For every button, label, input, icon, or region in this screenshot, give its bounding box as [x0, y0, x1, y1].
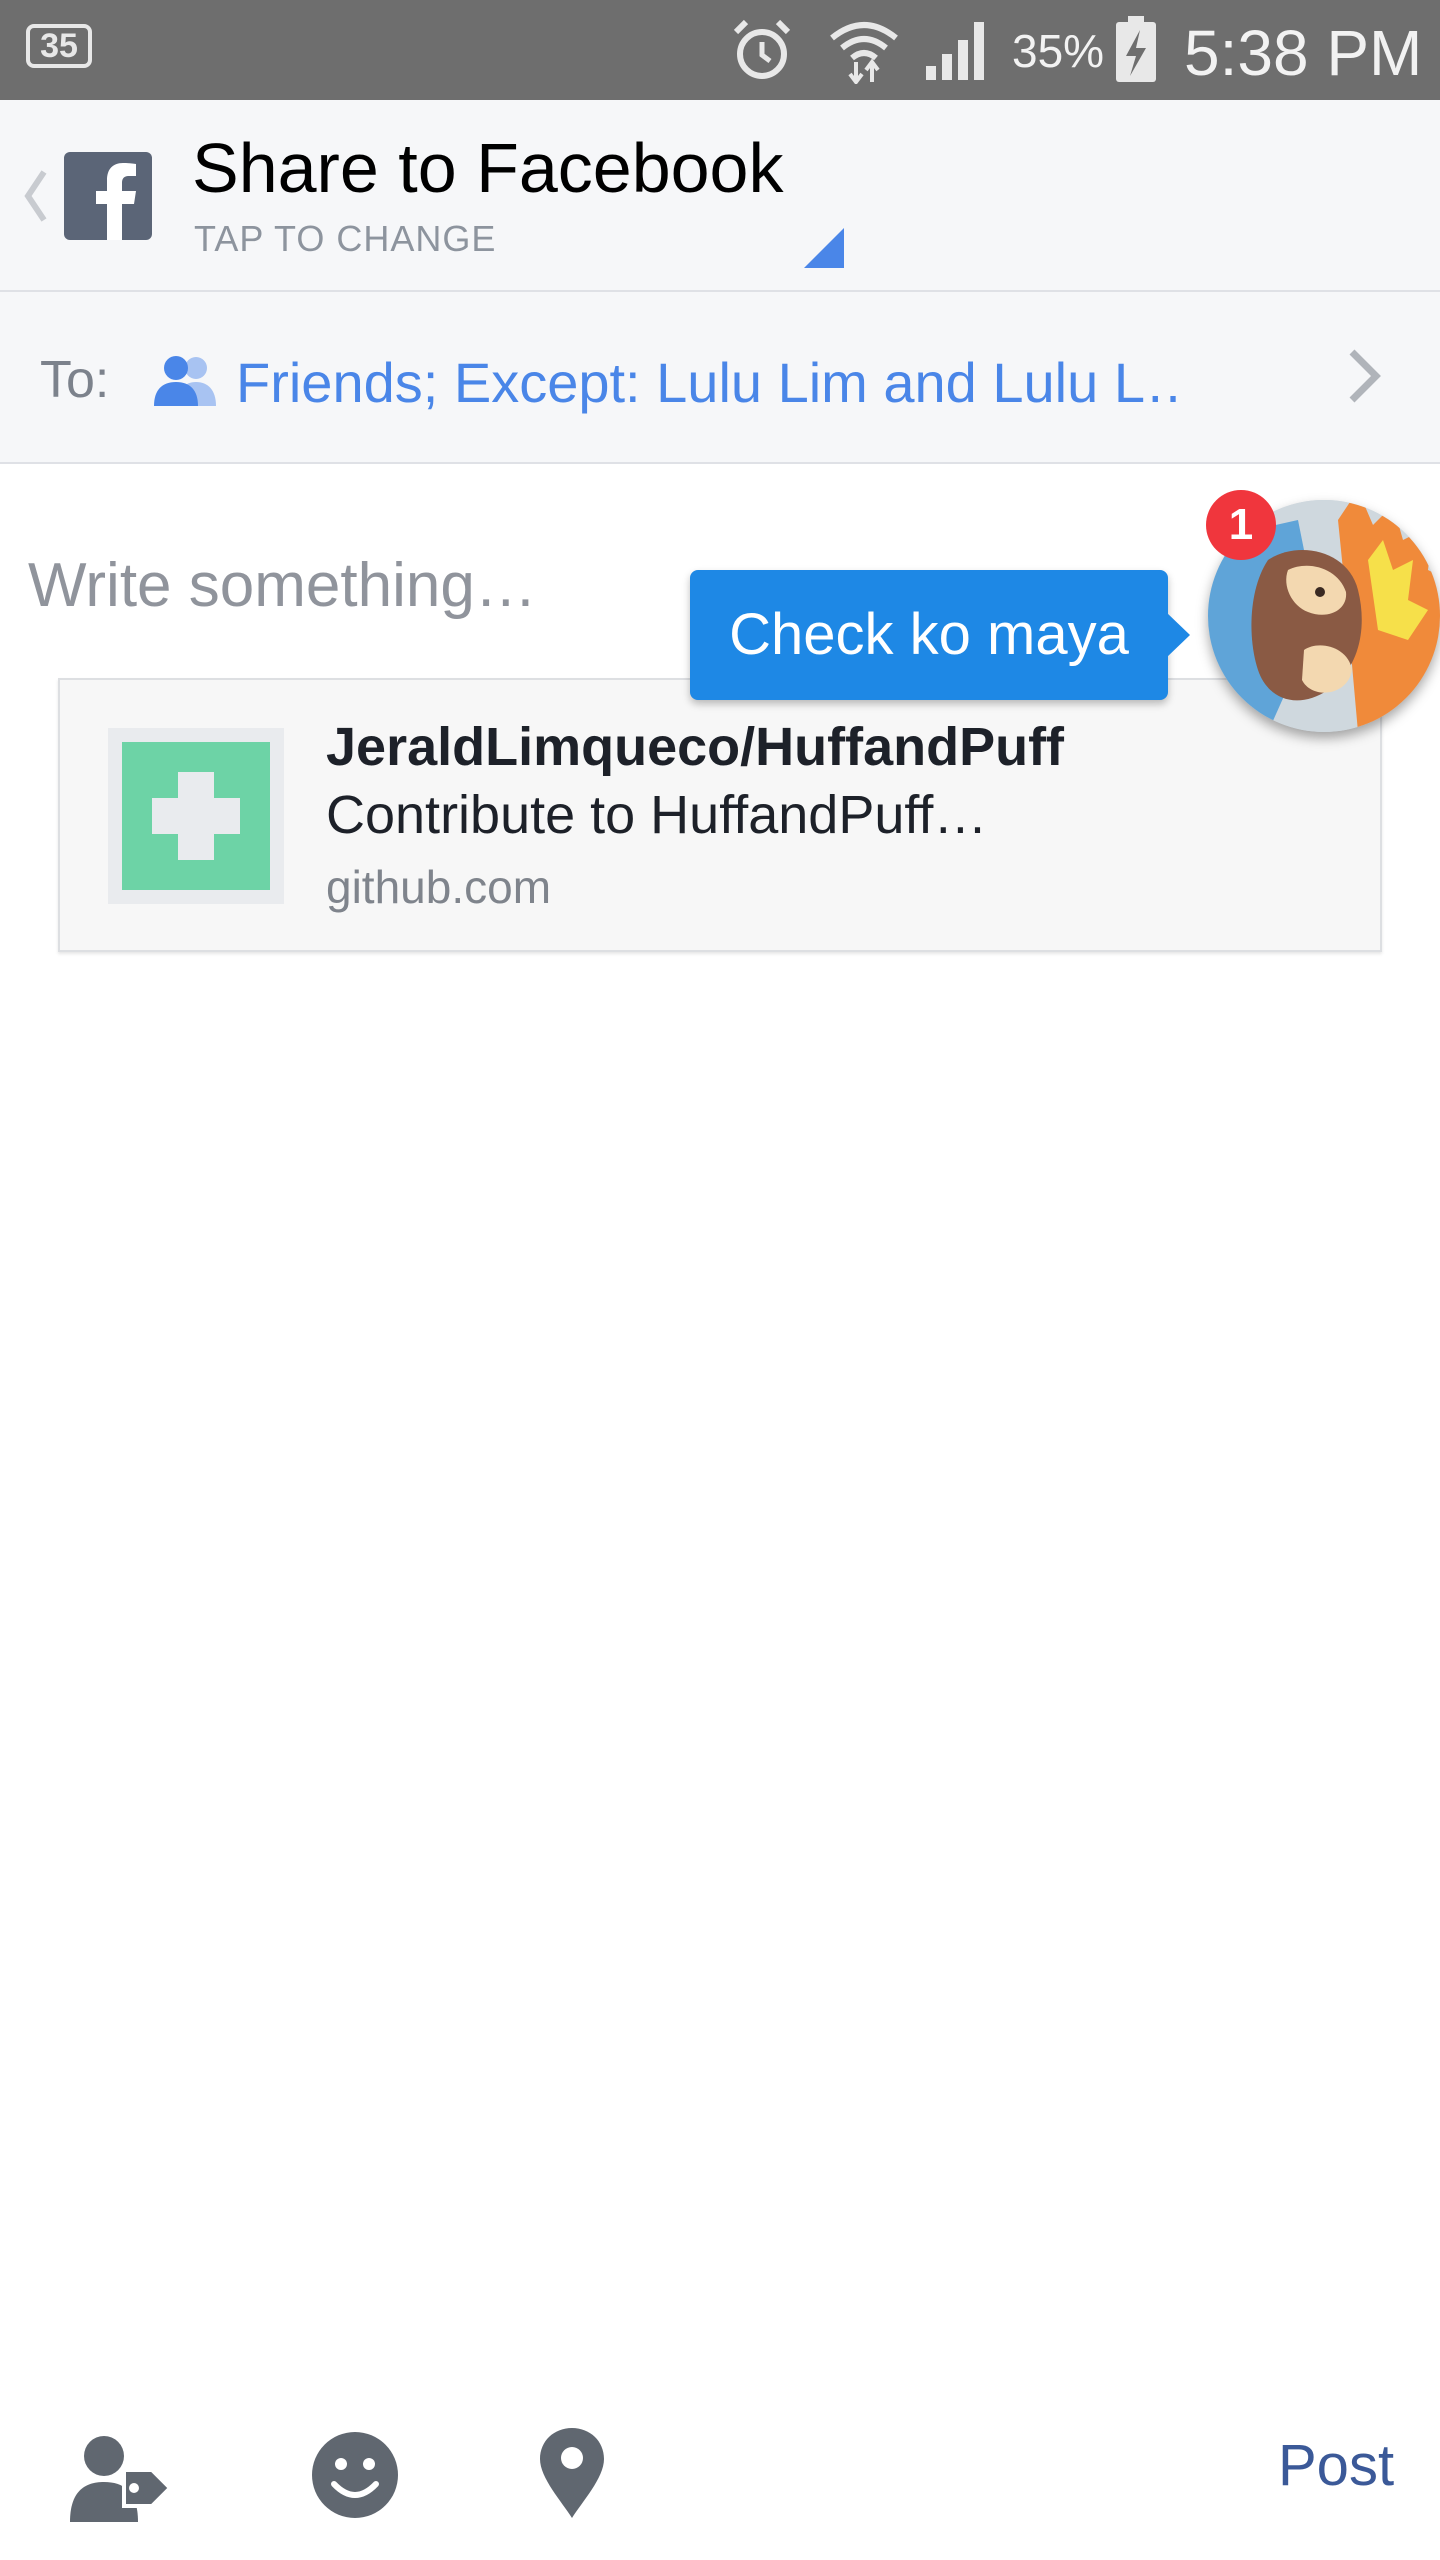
status-input[interactable]	[28, 540, 728, 630]
link-thumbnail	[108, 728, 284, 904]
link-description: Contribute to HuffandPuff…	[326, 785, 988, 845]
alarm-icon	[733, 19, 791, 79]
link-domain: github.com	[326, 861, 552, 913]
facebook-logo-icon	[64, 152, 152, 240]
post-button[interactable]: Post	[1278, 2432, 1394, 2499]
unread-badge: 1	[1206, 490, 1276, 560]
status-bar: 35 35% 5:38 PM	[0, 0, 1440, 100]
tag-people-icon[interactable]	[68, 2430, 172, 2524]
signal-icon	[926, 22, 984, 80]
back-chevron-icon[interactable]	[20, 166, 50, 226]
location-icon[interactable]	[538, 2426, 606, 2520]
battery-charging-icon	[1116, 16, 1156, 82]
link-title: JeraldLimqueco/HuffandPuff	[326, 717, 1065, 777]
link-preview-card[interactable]: JeraldLimqueco/HuffandPuff Contribute to…	[58, 678, 1382, 952]
tooltip-arrow-icon	[1166, 612, 1190, 658]
github-identicon-icon	[122, 742, 270, 890]
tap-to-change-label[interactable]: TAP TO CHANGE	[194, 218, 496, 260]
chat-head-message[interactable]: Check ko maya	[690, 570, 1168, 700]
page-title: Share to Facebook	[192, 129, 784, 207]
chevron-right-icon[interactable]	[1344, 344, 1384, 408]
dropdown-corner-icon[interactable]	[804, 228, 844, 268]
audience-value[interactable]: Friends; Except: Lulu Lim and Lulu L…	[236, 350, 1176, 415]
notification-count-icon: 35	[26, 24, 92, 68]
clock: 5:38 PM	[1184, 17, 1423, 89]
share-header[interactable]: Share to Facebook TAP TO CHANGE	[0, 100, 1440, 292]
battery-percent: 35%	[1012, 25, 1105, 77]
feeling-icon[interactable]	[310, 2430, 400, 2520]
friends-icon	[154, 356, 216, 406]
to-label: To:	[40, 351, 110, 409]
composer-toolbar: Post	[0, 2400, 1440, 2560]
audience-selector[interactable]: To: Friends; Except: Lulu Lim and Lulu L…	[0, 292, 1440, 464]
wifi-icon	[830, 22, 898, 84]
